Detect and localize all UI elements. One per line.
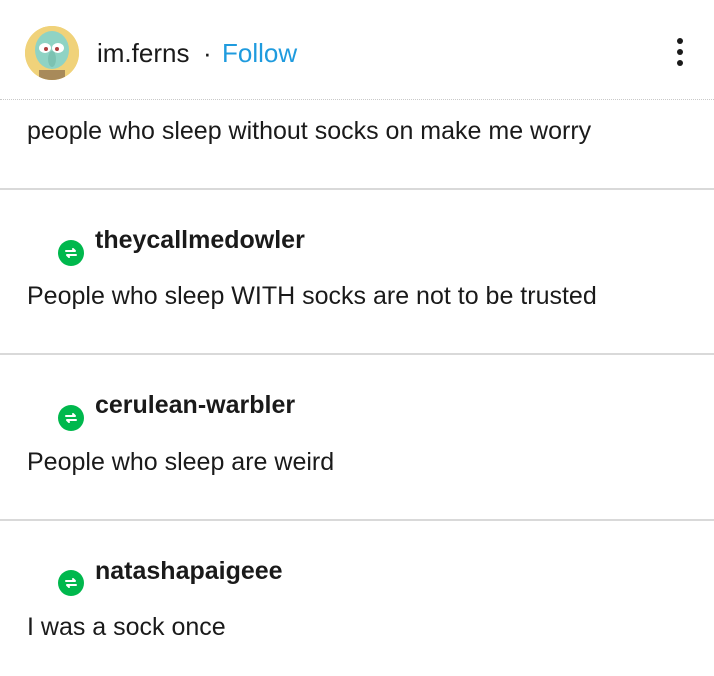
avatar[interactable] (25, 26, 79, 80)
reblog-username[interactable]: cerulean-warbler (95, 391, 295, 420)
vertical-ellipsis-icon[interactable] (668, 38, 692, 74)
reblog-divider (0, 353, 714, 355)
author-name[interactable]: im.ferns (97, 38, 189, 69)
original-post-text: people who sleep without socks on make m… (27, 117, 592, 145)
header-divider (0, 99, 714, 100)
reblog-icon (58, 405, 84, 431)
tumblr-post: im.ferns · Follow people who sleep witho… (0, 0, 714, 676)
reblog-icon (58, 240, 84, 266)
reblog-text: People who sleep are weird (27, 448, 335, 476)
reblog-divider (0, 188, 714, 190)
reblog-username[interactable]: natashapaigeee (95, 557, 283, 586)
squidward-avatar-image (25, 26, 79, 80)
post-header: im.ferns · Follow (0, 0, 714, 100)
separator-dot: · (203, 38, 212, 68)
reblog-text: I was a sock once (27, 613, 226, 641)
reblog-divider (0, 519, 714, 521)
reblog-icon (58, 570, 84, 596)
reblog-text: People who sleep WITH socks are not to b… (27, 282, 597, 310)
reblog-username[interactable]: theycallmedowler (95, 226, 305, 255)
follow-button[interactable]: Follow (222, 38, 297, 69)
